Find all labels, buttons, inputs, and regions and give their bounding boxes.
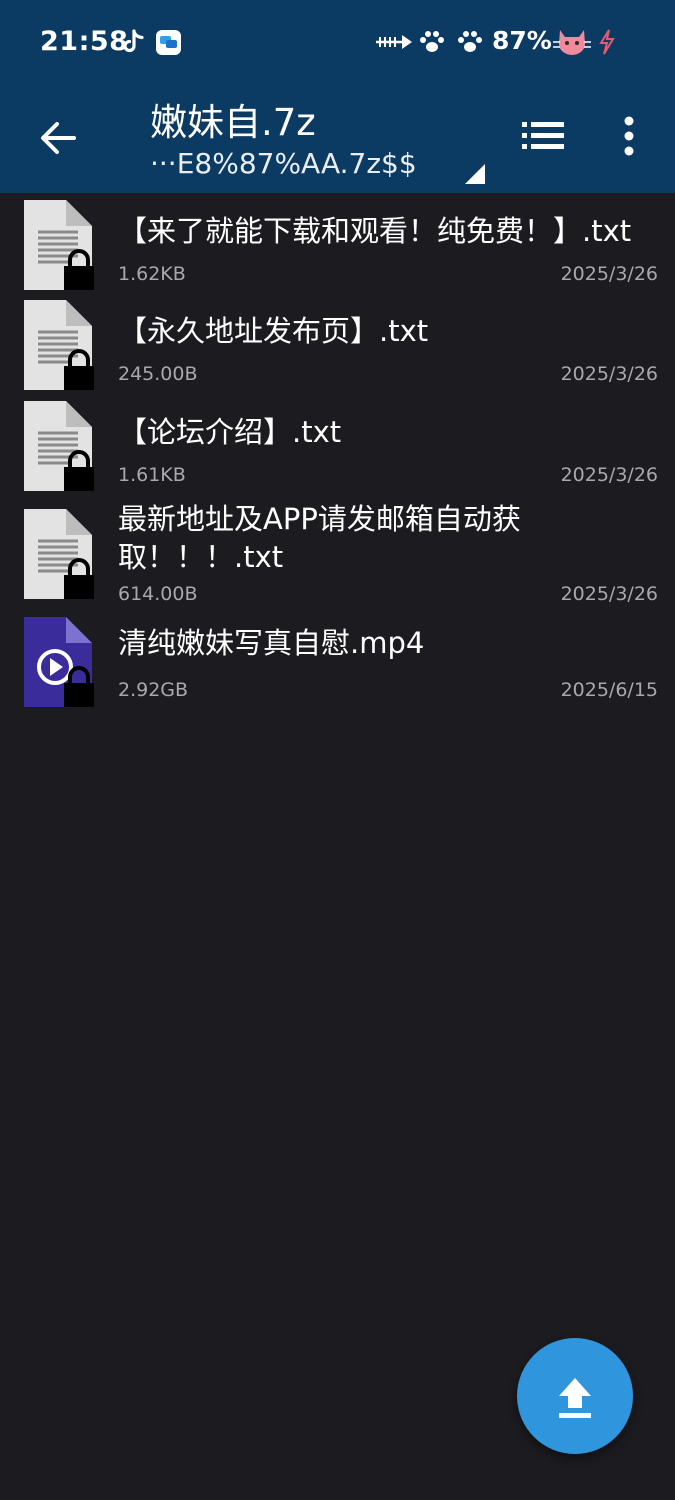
file-size: 245.00B: [118, 363, 198, 385]
file-date: 2025/3/26: [560, 583, 658, 605]
file-date: 2025/3/26: [560, 263, 658, 285]
list-view-button[interactable]: [520, 116, 566, 156]
file-row[interactable]: 最新地址及APP请发邮箱自动获取！！！.txt 614.00B 2025/3/2…: [0, 502, 675, 607]
file-size: 2.92GB: [118, 679, 189, 701]
archive-path[interactable]: ···E8%87%AA.7z$$: [150, 147, 417, 180]
text-file-icon: [24, 401, 94, 491]
file-row[interactable]: 【论坛介绍】.txt 1.61KB 2025/3/26: [0, 399, 675, 494]
status-time: 21:58: [40, 26, 129, 57]
file-date: 2025/6/15: [560, 679, 658, 701]
file-date: 2025/3/26: [560, 464, 658, 486]
more-options-button[interactable]: [612, 112, 646, 160]
upload-button[interactable]: [517, 1338, 633, 1454]
chat-app-icon: [156, 30, 181, 55]
dropdown-triangle-icon[interactable]: [463, 162, 487, 186]
tiktok-icon: [123, 29, 144, 53]
status-bar: 21:58 87%: [0, 0, 675, 84]
text-file-icon: [24, 200, 94, 290]
back-button[interactable]: [30, 110, 86, 166]
cat-icon: [553, 30, 591, 55]
file-list: 【来了就能下载和观看！纯免费！】.txt 1.62KB 2025/3/26 【永…: [0, 193, 675, 711]
paw-icon: [458, 31, 482, 52]
archive-title: 嫩妹自.7z: [150, 101, 316, 144]
fish-icon: [376, 35, 412, 49]
text-file-icon: [24, 509, 94, 599]
file-row[interactable]: 清纯嫩妹写真自慰.mp4 2.92GB 2025/6/15: [0, 615, 675, 707]
text-file-icon: [24, 300, 94, 390]
battery-percent: 87%: [492, 26, 552, 55]
file-row[interactable]: 【来了就能下载和观看！纯免费！】.txt 1.62KB 2025/3/26: [0, 198, 675, 293]
file-name: 清纯嫩妹写真自慰.mp4: [118, 626, 425, 660]
upload-icon: [559, 1378, 591, 1418]
file-size: 614.00B: [118, 583, 198, 605]
file-name: 【永久地址发布页】.txt: [118, 314, 429, 348]
file-size: 1.61KB: [118, 464, 186, 486]
file-row[interactable]: 【永久地址发布页】.txt 245.00B 2025/3/26: [0, 298, 675, 393]
file-name: 【来了就能下载和观看！纯免费！】.txt: [118, 214, 632, 248]
file-name: 最新地址及APP请发邮箱自动获取！！！.txt: [118, 502, 521, 574]
charging-icon: [599, 29, 615, 55]
file-size: 1.62KB: [118, 263, 186, 285]
paw-icon: [420, 31, 444, 52]
video-file-icon: [24, 617, 94, 707]
app-bar: 21:58 87% 嫩妹自.7z ···E8%87%AA.7z$$: [0, 0, 675, 193]
file-name: 【论坛介绍】.txt: [118, 415, 342, 449]
file-date: 2025/3/26: [560, 363, 658, 385]
